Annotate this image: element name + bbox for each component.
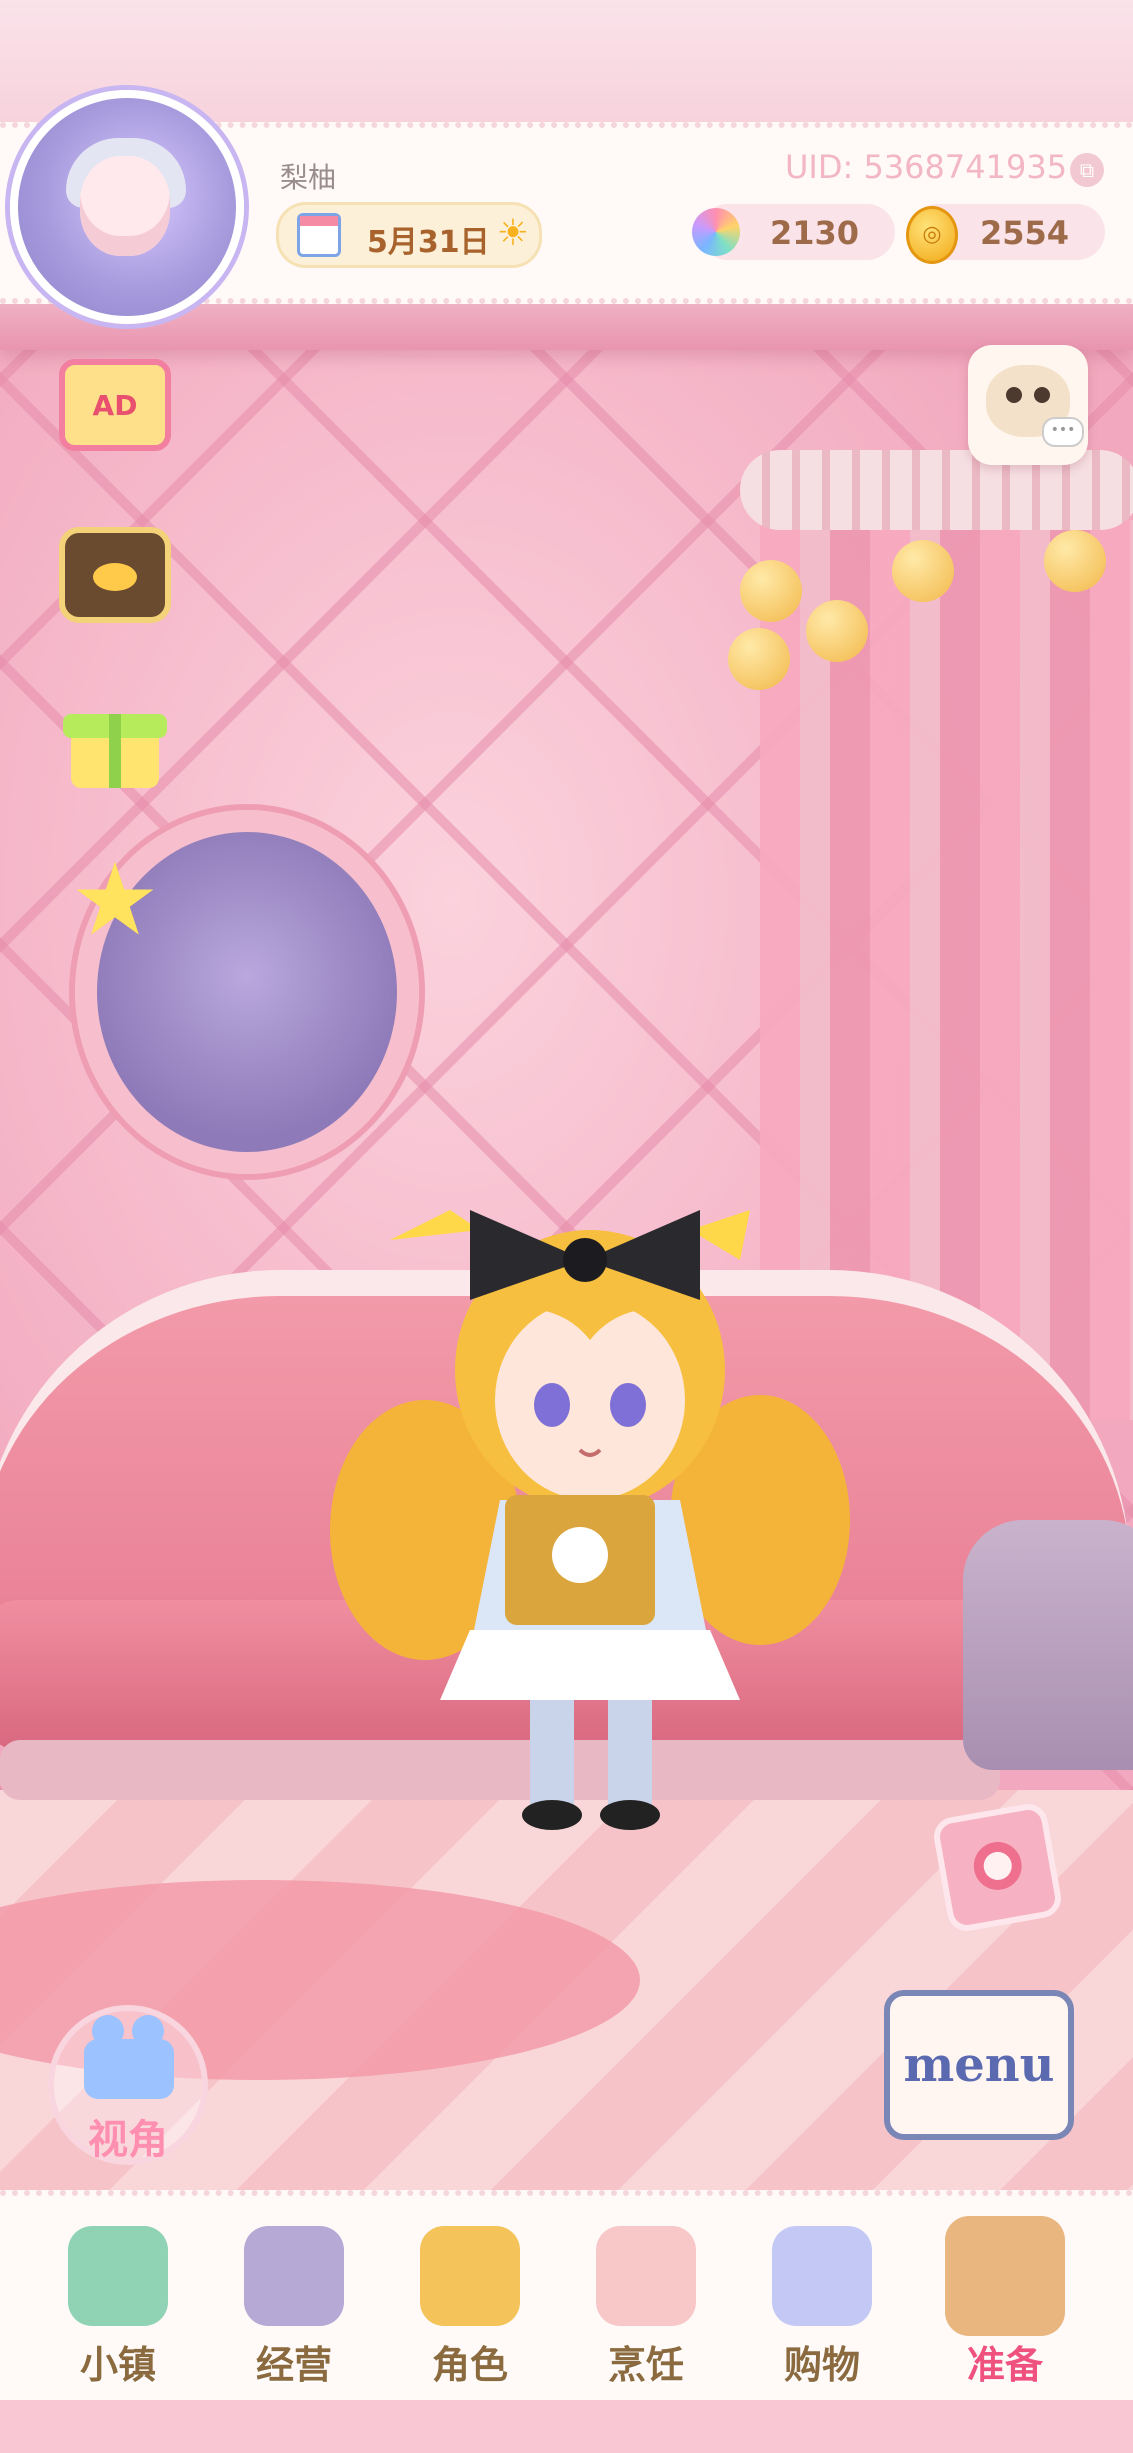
nav-label: 小镇 — [79, 2343, 156, 2387]
nav-label: 购物 — [783, 2343, 860, 2387]
nav-label: 烹饪 — [607, 2343, 684, 2387]
rainbow-gem-icon — [692, 208, 740, 256]
bottom-navigation: 小镇 经营 角色 烹饪 购物 准备 — [0, 2190, 1133, 2406]
date-badge[interactable]: 5月31日 ☀ — [276, 202, 542, 268]
pompom — [1044, 530, 1106, 592]
pompom — [892, 540, 954, 602]
pompom — [806, 600, 868, 662]
star-event-button[interactable]: ★ — [50, 840, 180, 960]
map-icon — [68, 2226, 168, 2326]
nav-shopping[interactable]: 购物 — [742, 2196, 902, 2406]
nav-prepare[interactable]: 准备 — [925, 2196, 1085, 2406]
calendar-icon — [297, 213, 341, 257]
character-icon — [420, 2226, 520, 2326]
shopping-bag-icon — [772, 2226, 872, 2326]
sun-icon: ☀ — [496, 213, 529, 254]
picnic-basket-icon — [945, 2216, 1065, 2336]
camera-view-button[interactable]: 视角 — [48, 2005, 208, 2165]
camera-label: 视角 — [88, 2117, 168, 2163]
gold-coin-icon: ◎ — [906, 206, 958, 264]
star-icon: ★ — [70, 841, 160, 958]
treasure-chest-icon — [59, 527, 171, 623]
gift-button[interactable] — [50, 680, 180, 800]
gem-count: 2130 — [770, 214, 860, 252]
ad-label: AD — [92, 388, 138, 422]
cat-chat-button[interactable]: ••• — [968, 345, 1088, 465]
tv-ad-icon: AD — [59, 359, 171, 451]
nav-label: 准备 — [966, 2343, 1043, 2387]
avatar-face — [80, 156, 170, 256]
menu-label: menu — [903, 2037, 1055, 2093]
coin-counter[interactable]: ◎ 2554 — [906, 204, 1105, 264]
nav-label: 角色 — [431, 2343, 508, 2387]
copy-uid-icon[interactable]: ⧉ — [1070, 153, 1104, 187]
ad-reward-button[interactable]: AD — [50, 345, 180, 465]
gem-counter[interactable]: 2130 — [692, 204, 895, 260]
date-label: 5月31日 — [367, 225, 490, 260]
nav-cooking[interactable]: 烹饪 — [566, 2196, 726, 2406]
bottom-strip — [0, 2400, 1133, 2453]
uid-label: UID: 5368741935 — [785, 148, 1068, 186]
nav-town[interactable]: 小镇 — [38, 2196, 198, 2406]
menu-book-button[interactable]: menu — [884, 1990, 1074, 2140]
treasure-chest-button[interactable] — [50, 515, 180, 635]
pompom — [728, 628, 790, 690]
pompom — [740, 560, 802, 622]
sofa-arm — [963, 1520, 1133, 1770]
gift-box-icon — [63, 692, 167, 788]
recipe-book-button[interactable] — [930, 1800, 1065, 1935]
nav-label: 经营 — [255, 2343, 332, 2387]
chat-bubble-icon: ••• — [1042, 417, 1084, 447]
cooking-icon — [596, 2226, 696, 2326]
player-name: 梨柚 — [280, 161, 337, 194]
locked-hat-icon — [244, 2226, 344, 2326]
nav-character[interactable]: 角色 — [390, 2196, 550, 2406]
player-character[interactable] — [330, 1170, 850, 1830]
coin-count: 2554 — [980, 214, 1070, 252]
nav-business[interactable]: 经营 — [214, 2196, 374, 2406]
player-avatar[interactable] — [10, 90, 244, 324]
camera-icon — [84, 2015, 174, 2099]
